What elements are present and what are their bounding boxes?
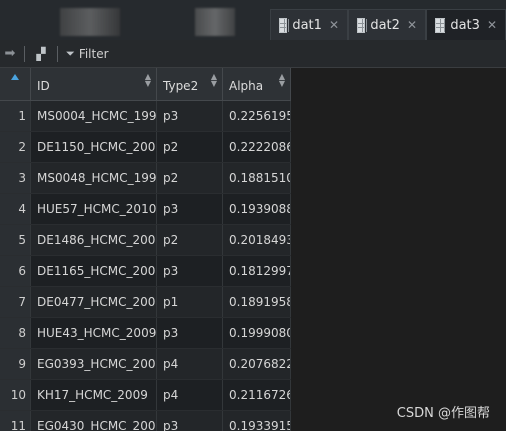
row-index[interactable]: 11 bbox=[0, 411, 31, 431]
filter-button[interactable]: ⏷ Filter bbox=[66, 47, 109, 61]
cell-alpha[interactable]: 0.1939088 bbox=[223, 194, 291, 224]
cell-id[interactable]: HUE57_HCMC_2010 bbox=[31, 194, 157, 224]
cell-id[interactable]: EG0393_HCMC_2007 bbox=[31, 349, 157, 379]
sort-icon: ▲ ▼ bbox=[210, 72, 217, 88]
cell-type2[interactable]: p2 bbox=[157, 132, 223, 162]
cell-type2[interactable]: p2 bbox=[157, 225, 223, 255]
row-index[interactable]: 2 bbox=[0, 132, 31, 162]
row-index[interactable]: 10 bbox=[0, 380, 31, 410]
cell-alpha[interactable]: 0.2222086 bbox=[223, 132, 291, 162]
row-index[interactable]: 3 bbox=[0, 163, 31, 193]
cell-type2[interactable]: p3 bbox=[157, 318, 223, 348]
cell-id[interactable]: DE0477_HCMC_2000 bbox=[31, 287, 157, 317]
open-in-window-icon[interactable]: ▞ bbox=[33, 47, 49, 61]
tab-dat3[interactable]: dat3 ✕ bbox=[426, 9, 506, 40]
cell-id[interactable]: DE1150_HCMC_2002 bbox=[31, 132, 157, 162]
cell-type2[interactable]: p3 bbox=[157, 411, 223, 431]
forward-arrow-icon[interactable]: ➡ bbox=[0, 46, 20, 61]
tab-dat2[interactable]: dat2 ✕ bbox=[348, 9, 426, 40]
table-row[interactable]: 2 DE1150_HCMC_2002 p2 0.2222086 bbox=[0, 132, 291, 163]
table-row[interactable]: 10 KH17_HCMC_2009 p4 0.2116726 bbox=[0, 380, 291, 411]
row-index[interactable]: 9 bbox=[0, 349, 31, 379]
filter-icon: ⏷ bbox=[66, 46, 75, 60]
row-index-header[interactable] bbox=[0, 68, 31, 100]
row-index[interactable]: 7 bbox=[0, 287, 31, 317]
cell-id[interactable]: HUE43_HCMC_2009 bbox=[31, 318, 157, 348]
tab-label: dat3 bbox=[450, 17, 480, 33]
cell-alpha[interactable]: 0.1999080 bbox=[223, 318, 291, 348]
data-table: ID ▲ ▼ Type2 ▲ ▼ Alpha ▲ ▼ 1 MS0004_HCMC_199… bbox=[0, 68, 291, 431]
toolbar: ➡ ▞ ⏷ Filter bbox=[0, 40, 506, 68]
cell-id[interactable]: MS0048_HCMC_1995 bbox=[31, 163, 157, 193]
cell-alpha[interactable]: 0.1891958 bbox=[223, 287, 291, 317]
cell-id[interactable]: KH17_HCMC_2009 bbox=[31, 380, 157, 410]
cell-alpha[interactable]: 0.1933915 bbox=[223, 411, 291, 431]
table-row[interactable]: 3 MS0048_HCMC_1995 p2 0.1881510 bbox=[0, 163, 291, 194]
cell-id[interactable]: MS0004_HCMC_1995 bbox=[31, 101, 157, 131]
cell-alpha[interactable]: 0.1812997 bbox=[223, 256, 291, 286]
table-row[interactable]: 8 HUE43_HCMC_2009 p3 0.1999080 bbox=[0, 318, 291, 349]
tab-dat1[interactable]: dat1 ✕ bbox=[270, 9, 348, 40]
cell-type2[interactable]: p4 bbox=[157, 380, 223, 410]
cell-alpha[interactable]: 0.2116726 bbox=[223, 380, 291, 410]
blurred-region bbox=[195, 8, 235, 36]
close-icon[interactable]: ✕ bbox=[487, 18, 497, 32]
cell-alpha[interactable]: 0.2076822 bbox=[223, 349, 291, 379]
column-header-label: Type2 bbox=[163, 79, 199, 93]
table-row[interactable]: 5 DE1486_HCMC_2002 p2 0.2018493 bbox=[0, 225, 291, 256]
table-row[interactable]: 11 EG0430_HCMC_2008 p3 0.1933915 bbox=[0, 411, 291, 431]
table-header: ID ▲ ▼ Type2 ▲ ▼ Alpha ▲ ▼ bbox=[0, 68, 291, 101]
watermark: CSDN @作图帮 bbox=[396, 406, 490, 421]
row-index[interactable]: 8 bbox=[0, 318, 31, 348]
cell-type2[interactable]: p3 bbox=[157, 194, 223, 224]
table-row[interactable]: 7 DE0477_HCMC_2000 p1 0.1891958 bbox=[0, 287, 291, 318]
sort-icon: ▲ ▼ bbox=[144, 72, 151, 88]
cell-type2[interactable]: p1 bbox=[157, 287, 223, 317]
table-icon bbox=[435, 17, 446, 33]
table-icon bbox=[279, 17, 288, 33]
table-row[interactable]: 1 MS0004_HCMC_1995 p3 0.2256195 bbox=[0, 101, 291, 132]
cell-alpha[interactable]: 0.1881510 bbox=[223, 163, 291, 193]
cell-alpha[interactable]: 0.2256195 bbox=[223, 101, 291, 131]
cell-type2[interactable]: p3 bbox=[157, 256, 223, 286]
filter-label: Filter bbox=[78, 46, 109, 61]
blurred-region bbox=[60, 8, 120, 36]
column-header-type2[interactable]: Type2 ▲ ▼ bbox=[157, 68, 223, 100]
tab-bar: dat1 ✕ dat2 ✕ dat3 ✕ bbox=[0, 0, 506, 40]
row-index[interactable]: 5 bbox=[0, 225, 31, 255]
sort-ascending-icon bbox=[11, 74, 19, 80]
column-header-label: Alpha bbox=[229, 79, 264, 93]
tab-label: dat1 bbox=[292, 17, 322, 33]
column-header-alpha[interactable]: Alpha ▲ ▼ bbox=[223, 68, 291, 100]
table-row[interactable]: 6 DE1165_HCMC_2002 p3 0.1812997 bbox=[0, 256, 291, 287]
row-index[interactable]: 1 bbox=[0, 101, 31, 131]
row-index[interactable]: 6 bbox=[0, 256, 31, 286]
toolbar-divider bbox=[57, 45, 58, 62]
cell-id[interactable]: DE1486_HCMC_2002 bbox=[31, 225, 157, 255]
cell-type2[interactable]: p3 bbox=[157, 101, 223, 131]
table-body: 1 MS0004_HCMC_1995 p3 0.2256195 2 DE1150_HCMC… bbox=[0, 101, 291, 431]
table-row[interactable]: 4 HUE57_HCMC_2010 p3 0.1939088 bbox=[0, 194, 291, 225]
column-header-id[interactable]: ID ▲ ▼ bbox=[31, 68, 157, 100]
table-icon bbox=[357, 17, 366, 33]
close-icon[interactable]: ✕ bbox=[407, 18, 417, 32]
cell-alpha[interactable]: 0.2018493 bbox=[223, 225, 291, 255]
cell-id[interactable]: EG0430_HCMC_2008 bbox=[31, 411, 157, 431]
cell-type2[interactable]: p2 bbox=[157, 163, 223, 193]
cell-type2[interactable]: p4 bbox=[157, 349, 223, 379]
cell-id[interactable]: DE1165_HCMC_2002 bbox=[31, 256, 157, 286]
tab-label: dat2 bbox=[370, 17, 400, 33]
column-header-label: ID bbox=[37, 79, 50, 93]
close-icon[interactable]: ✕ bbox=[329, 18, 339, 32]
row-index[interactable]: 4 bbox=[0, 194, 31, 224]
toolbar-divider bbox=[24, 45, 25, 62]
sort-icon: ▲ ▼ bbox=[278, 72, 285, 88]
table-row[interactable]: 9 EG0393_HCMC_2007 p4 0.2076822 bbox=[0, 349, 291, 380]
